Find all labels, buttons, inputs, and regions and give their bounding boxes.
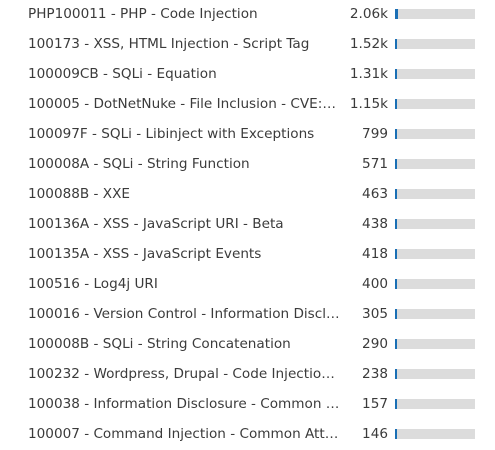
rule-row[interactable]: 100016 - Version Control - Information D… xyxy=(0,300,495,330)
rule-count: 1.52k xyxy=(349,36,388,52)
count-bar-track xyxy=(395,219,475,229)
count-bar-track xyxy=(395,369,475,379)
rule-row[interactable]: 100009CB - SQLi - Equation 1.31k xyxy=(0,60,495,90)
count-bar-fill xyxy=(395,69,397,79)
rule-name: 100173 - XSS, HTML Injection - Script Ta… xyxy=(28,36,310,52)
count-bar-track xyxy=(395,159,475,169)
count-bar-fill xyxy=(395,339,397,349)
count-bar-fill xyxy=(395,249,397,259)
rule-row[interactable]: 100173 - XSS, HTML Injection - Script Ta… xyxy=(0,30,495,60)
rule-row[interactable]: 100008A - SQLi - String Function 571 xyxy=(0,150,495,180)
rule-name: 100007 - Command Injection - Common Atta… xyxy=(28,426,342,442)
count-bar-track xyxy=(395,189,475,199)
count-bar-fill xyxy=(395,429,397,439)
count-bar-fill xyxy=(395,9,398,19)
rule-row[interactable]: PHP100011 - PHP - Code Injection 2.06k xyxy=(0,0,495,30)
count-bar-track xyxy=(395,39,475,49)
rule-count: 157 xyxy=(362,396,388,412)
rule-row[interactable]: 100097F - SQLi - Libinject with Exceptio… xyxy=(0,120,495,150)
rule-row[interactable]: 100135A - XSS - JavaScript Events 418 xyxy=(0,240,495,270)
count-bar-fill xyxy=(395,279,397,289)
rule-row[interactable]: 100136A - XSS - JavaScript URI - Beta 438 xyxy=(0,210,495,240)
rule-count: 463 xyxy=(362,186,388,202)
rule-count: 799 xyxy=(362,126,388,142)
rule-name: 100016 - Version Control - Information D… xyxy=(28,306,342,322)
rule-name: 100136A - XSS - JavaScript URI - Beta xyxy=(28,216,284,232)
rule-name: 100005 - DotNetNuke - File Inclusion - C… xyxy=(28,96,342,112)
rule-count: 305 xyxy=(362,306,388,322)
count-bar-fill xyxy=(395,399,397,409)
count-bar-fill xyxy=(395,189,397,199)
count-bar-fill xyxy=(395,309,397,319)
rule-count: 290 xyxy=(362,336,388,352)
rule-name: 100009CB - SQLi - Equation xyxy=(28,66,217,82)
count-bar-fill xyxy=(395,99,397,109)
count-bar-track xyxy=(395,279,475,289)
count-bar-track xyxy=(395,429,475,439)
rule-count: 238 xyxy=(362,366,388,382)
count-bar-track xyxy=(395,309,475,319)
count-bar-track xyxy=(395,249,475,259)
rule-count: 2.06k xyxy=(349,6,388,22)
count-bar-track xyxy=(395,9,475,19)
rule-name: 100008A - SQLi - String Function xyxy=(28,156,250,172)
count-bar-track xyxy=(395,129,475,139)
rule-count: 1.31k xyxy=(349,66,388,82)
rule-row[interactable]: 100007 - Command Injection - Common Atta… xyxy=(0,420,495,450)
count-bar-track xyxy=(395,69,475,79)
rule-row[interactable]: 100088B - XXE 463 xyxy=(0,180,495,210)
count-bar-fill xyxy=(395,129,397,139)
rule-row[interactable]: 100516 - Log4j URI 400 xyxy=(0,270,495,300)
rule-row[interactable]: 100038 - Information Disclosure - Common… xyxy=(0,390,495,420)
count-bar-fill xyxy=(395,39,397,49)
rule-count: 571 xyxy=(362,156,388,172)
rule-list: PHP100011 - PHP - Code Injection 2.06k 100… xyxy=(0,0,495,450)
count-bar-fill xyxy=(395,219,397,229)
rule-row[interactable]: 100232 - Wordpress, Drupal - Code Inject… xyxy=(0,360,495,390)
rule-name: 100008B - SQLi - String Concatenation xyxy=(28,336,291,352)
rule-row[interactable]: 100008B - SQLi - String Concatenation 290 xyxy=(0,330,495,360)
rule-count: 418 xyxy=(362,246,388,262)
count-bar-fill xyxy=(395,369,397,379)
rule-count: 146 xyxy=(362,426,388,442)
rule-name: 100516 - Log4j URI xyxy=(28,276,158,292)
rule-count: 1.15k xyxy=(349,96,388,112)
rule-row[interactable]: 100005 - DotNetNuke - File Inclusion - C… xyxy=(0,90,495,120)
rule-name: 100135A - XSS - JavaScript Events xyxy=(28,246,262,262)
count-bar-track xyxy=(395,399,475,409)
rule-name: 100232 - Wordpress, Drupal - Code Inject… xyxy=(28,366,342,382)
rule-name: 100038 - Information Disclosure - Common… xyxy=(28,396,342,412)
rule-count: 438 xyxy=(362,216,388,232)
rule-name: 100097F - SQLi - Libinject with Exceptio… xyxy=(28,126,315,142)
rule-name: 100088B - XXE xyxy=(28,186,130,202)
count-bar-fill xyxy=(395,159,397,169)
rule-count: 400 xyxy=(362,276,388,292)
count-bar-track xyxy=(395,99,475,109)
count-bar-track xyxy=(395,339,475,349)
rule-name: PHP100011 - PHP - Code Injection xyxy=(28,6,258,22)
